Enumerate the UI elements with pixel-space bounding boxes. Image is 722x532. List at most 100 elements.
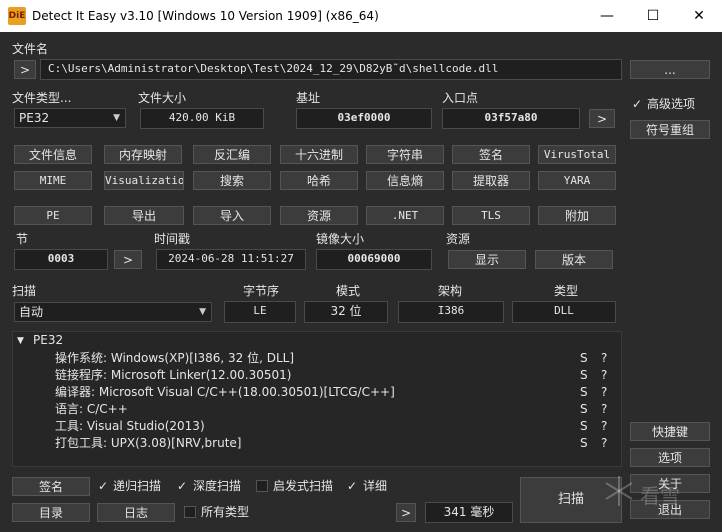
deep-scan-checkbox[interactable]: ✓ (176, 480, 188, 492)
tls-button[interactable]: TLS (452, 206, 530, 225)
recursive-scan-checkbox[interactable]: ✓ (97, 480, 109, 492)
type-field: DLL (512, 301, 616, 323)
tool-mime-button[interactable]: MIME (14, 171, 92, 190)
tree-item[interactable]: 操作系统: Windows(XP)[I386, 32 位, DLL] (55, 350, 294, 367)
tool-yara-button[interactable]: YARA (538, 171, 616, 190)
chevron-down-icon: ▼ (199, 307, 206, 317)
file-type-label: 文件类型... (12, 91, 72, 105)
resource-button[interactable]: 资源 (280, 206, 358, 225)
info-link[interactable]: ? (601, 435, 607, 452)
all-types-label: 所有类型 (201, 505, 250, 519)
all-types-checkbox[interactable] (184, 506, 196, 518)
signature-link[interactable]: S (580, 367, 588, 384)
verbose-checkbox[interactable]: ✓ (346, 480, 358, 492)
signature-link[interactable]: S (580, 384, 588, 401)
tool-hash-button[interactable]: 哈希 (280, 171, 358, 190)
close-button[interactable]: ✕ (676, 0, 722, 32)
image-size-label: 镜像大小 (316, 232, 365, 246)
tree-item[interactable]: 链接程序: Microsoft Linker(12.00.30501) (55, 367, 291, 384)
minimize-button[interactable]: — (584, 0, 630, 32)
signatures-button[interactable]: 签名 (12, 477, 90, 496)
entry-point-field: 03f57a80 (442, 108, 580, 129)
tool-hex-button[interactable]: 十六进制 (280, 145, 358, 164)
timestamp-label: 时间戳 (154, 232, 191, 246)
endian-label: 字节序 (243, 284, 280, 298)
tree-root[interactable]: PE32 (33, 332, 63, 349)
arch-field: I386 (398, 301, 504, 323)
tool-file-info-button[interactable]: 文件信息 (14, 145, 92, 164)
file-type-value: PE32 (19, 111, 50, 125)
import-button[interactable]: 导入 (193, 206, 271, 225)
endian-field: LE (224, 301, 296, 323)
tree-item[interactable]: 打包工具: UPX(3.08)[NRV,brute] (55, 435, 241, 452)
tool-extractor-button[interactable]: 提取器 (452, 171, 530, 190)
window-title: Detect It Easy v3.10 [Windows 10 Version… (32, 9, 379, 23)
heuristic-scan-checkbox[interactable] (256, 480, 268, 492)
signature-link[interactable]: S (580, 350, 588, 367)
snowflake-icon (605, 476, 633, 506)
mode-label: 模式 (336, 284, 361, 298)
section-label: 节 (16, 232, 29, 246)
mode-field: 32 位 (304, 301, 388, 323)
file-size-field: 420.00 KiB (140, 108, 264, 129)
expand-arrow-icon[interactable]: ▼ (17, 333, 24, 350)
signature-link[interactable]: S (580, 401, 588, 418)
app-icon: DiE (8, 7, 26, 25)
info-link[interactable]: ? (601, 384, 607, 401)
pe-button[interactable]: PE (14, 206, 92, 225)
tool-disasm-button[interactable]: 反汇编 (193, 145, 271, 164)
base-address-field: 03ef0000 (296, 108, 432, 129)
symbol-reorg-button[interactable]: 符号重组 (630, 120, 710, 139)
dotnet-button[interactable]: .NET (366, 206, 444, 225)
timestamp-field: 2024-06-28 11:51:27 (156, 249, 306, 270)
export-button[interactable]: 导出 (104, 206, 184, 225)
info-link[interactable]: ? (601, 367, 607, 384)
results-tree[interactable]: ▼ PE32 操作系统: Windows(XP)[I386, 32 位, DLL… (12, 331, 622, 467)
resources-label: 资源 (446, 232, 471, 246)
info-link[interactable]: ? (601, 401, 607, 418)
file-size-label: 文件大小 (138, 91, 187, 105)
tree-item[interactable]: 编译器: Microsoft Visual C/C++(18.00.30501)… (55, 384, 395, 401)
tool-search-button[interactable]: 搜索 (193, 171, 271, 190)
section-button[interactable]: > (114, 250, 142, 269)
chevron-down-icon: ▼ (113, 113, 120, 123)
heuristic-scan-label: 启发式扫描 (273, 479, 334, 493)
show-resources-button[interactable]: 显示 (448, 250, 526, 269)
version-button[interactable]: 版本 (535, 250, 613, 269)
elapsed-time-field: 341 毫秒 (425, 502, 513, 523)
image-size-field: 00069000 (316, 249, 432, 270)
tool-strings-button[interactable]: 字符串 (366, 145, 444, 164)
advanced-label: 高级选项 (647, 97, 696, 111)
advanced-checkbox[interactable]: ✓ (631, 98, 643, 110)
verbose-label: 详细 (363, 479, 388, 493)
tool-signature-button[interactable]: 签名 (452, 145, 530, 164)
maximize-button[interactable]: ☐ (630, 0, 676, 32)
type-label: 类型 (554, 284, 579, 298)
elapsed-expand-button[interactable]: > (396, 503, 416, 522)
entry-point-label: 入口点 (442, 91, 479, 105)
browse-button[interactable]: ... (630, 60, 710, 79)
scan-mode-combo[interactable]: 自动 ▼ (14, 302, 212, 322)
tool-visualization-button[interactable]: Visualization (104, 171, 184, 190)
options-button[interactable]: 选项 (630, 448, 710, 467)
directory-button[interactable]: 目录 (12, 503, 90, 522)
info-link[interactable]: ? (601, 418, 607, 435)
file-type-combo[interactable]: PE32 ▼ (14, 108, 126, 128)
log-button[interactable]: 日志 (97, 503, 175, 522)
overlay-button[interactable]: 附加 (538, 206, 616, 225)
base-address-label: 基址 (296, 91, 321, 105)
scan-mode-value: 自动 (19, 305, 44, 319)
file-path-field[interactable]: C:\Users\Administrator\Desktop\Test\2024… (40, 59, 622, 80)
tree-item[interactable]: 工具: Visual Studio(2013) (55, 418, 205, 435)
shortcuts-button[interactable]: 快捷键 (630, 422, 710, 441)
info-link[interactable]: ? (601, 350, 607, 367)
tool-virustotal-button[interactable]: VirusTotal (538, 145, 616, 164)
tool-entropy-button[interactable]: 信息熵 (366, 171, 444, 190)
signature-link[interactable]: S (580, 435, 588, 452)
tree-item[interactable]: 语言: C/C++ (55, 401, 128, 418)
signature-link[interactable]: S (580, 418, 588, 435)
tool-memory-map-button[interactable]: 内存映射 (104, 145, 182, 164)
scan-label: 扫描 (12, 284, 37, 298)
entry-point-button[interactable]: > (589, 109, 615, 128)
file-expand-button[interactable]: > (14, 60, 36, 79)
